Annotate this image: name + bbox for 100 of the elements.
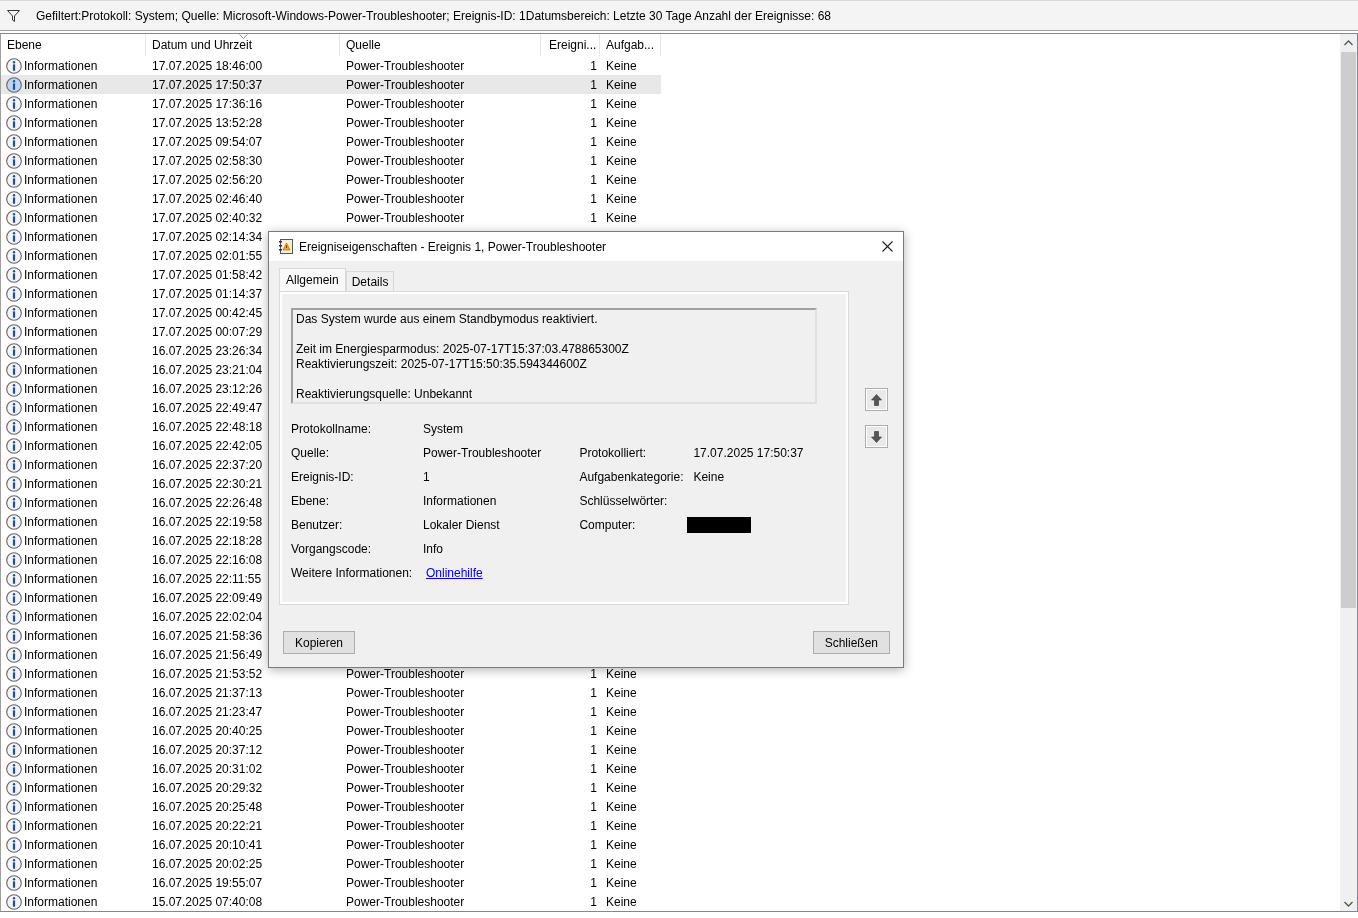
- table-cell: Informationen: [24, 457, 98, 472]
- table-cell: 17.07.2025 02:14:34: [152, 229, 263, 244]
- table-cell: Informationen: [24, 818, 98, 833]
- table-cell: Informationen: [24, 305, 98, 320]
- table-cell: 17.07.2025 01:14:37: [152, 286, 263, 301]
- table-cell: Keine: [606, 818, 637, 833]
- table-cell: Power-Troubleshooter: [346, 115, 465, 130]
- table-cell: Informationen: [24, 571, 98, 586]
- table-cell: 17.07.2025 09:54:07: [152, 134, 263, 149]
- field-label: Aufgabenkategorie:: [579, 470, 685, 484]
- table-cell: Power-Troubleshooter: [346, 704, 465, 719]
- table-cell: 16.07.2025 20:10:41: [152, 837, 263, 852]
- table-cell: Power-Troubleshooter: [346, 856, 465, 871]
- table-cell: Informationen: [24, 647, 98, 662]
- table-cell: Informationen: [24, 666, 98, 681]
- table-cell: Informationen: [24, 875, 98, 890]
- table-cell: 1: [590, 685, 597, 700]
- table-cell: Informationen: [24, 438, 98, 453]
- table-cell: 16.07.2025 20:22:21: [152, 818, 263, 833]
- field-value: Info: [423, 542, 443, 556]
- table-cell: Keine: [606, 837, 637, 852]
- table-cell: 1: [590, 837, 597, 852]
- field-label: Computer:: [579, 518, 637, 532]
- table-cell: Keine: [606, 723, 637, 738]
- table-cell: 17.07.2025 13:52:28: [152, 115, 263, 130]
- table-cell: Power-Troubleshooter: [346, 894, 465, 909]
- table-cell: Power-Troubleshooter: [346, 666, 465, 681]
- table-cell: Keine: [606, 856, 637, 871]
- table-cell: 16.07.2025 21:37:13: [152, 685, 263, 700]
- field-value: 17.07.2025 17:50:37: [693, 446, 804, 460]
- table-cell: Informationen: [24, 153, 98, 168]
- table-cell: 16.07.2025 21:58:36: [152, 628, 263, 643]
- table-cell: 1: [590, 818, 597, 833]
- field-label: Weitere Informationen:: [291, 566, 414, 580]
- table-cell: 1: [590, 856, 597, 871]
- table-cell: 17.07.2025 00:42:45: [152, 305, 263, 320]
- table-cell: Informationen: [24, 77, 98, 92]
- table-cell: Keine: [606, 58, 637, 73]
- table-cell: Keine: [606, 172, 637, 187]
- table-cell: Informationen: [24, 191, 98, 206]
- table-cell: Power-Troubleshooter: [346, 837, 465, 852]
- table-cell: 1: [590, 134, 597, 149]
- table-cell: Power-Troubleshooter: [346, 818, 465, 833]
- table-cell: Keine: [606, 761, 637, 776]
- table-cell: 16.07.2025 20:40:25: [152, 723, 263, 738]
- table-cell: 16.07.2025 20:31:02: [152, 761, 263, 776]
- table-cell: Informationen: [24, 134, 98, 149]
- table-cell: 17.07.2025 02:46:40: [152, 191, 263, 206]
- table-cell: Informationen: [24, 723, 98, 738]
- table-cell: Informationen: [24, 514, 98, 529]
- table-cell: 16.07.2025 22:42:05: [152, 438, 263, 453]
- field-value: Keine: [693, 470, 725, 484]
- table-cell: Power-Troubleshooter: [346, 77, 465, 92]
- table-cell: 1: [590, 210, 597, 225]
- table-cell: 16.07.2025 23:12:26: [152, 381, 263, 396]
- table-cell: 16.07.2025 23:26:34: [152, 343, 263, 358]
- table-cell: 17.07.2025 01:58:42: [152, 267, 263, 282]
- table-cell: 16.07.2025 22:37:20: [152, 457, 263, 472]
- table-cell: Informationen: [24, 780, 98, 795]
- table-cell: Informationen: [24, 742, 98, 757]
- table-cell: Informationen: [24, 761, 98, 776]
- table-cell: Informationen: [24, 533, 98, 548]
- table-cell: Informationen: [24, 495, 98, 510]
- table-cell: 16.07.2025 23:21:04: [152, 362, 263, 377]
- table-cell: 16.07.2025 22:26:48: [152, 495, 263, 510]
- table-cell: 16.07.2025 22:19:58: [152, 514, 263, 529]
- table-cell: Informationen: [24, 704, 98, 719]
- table-cell: 1: [590, 96, 597, 111]
- table-cell: 1: [590, 172, 597, 187]
- table-cell: Keine: [606, 666, 637, 681]
- table-cell: Power-Troubleshooter: [346, 780, 465, 795]
- table-cell: 16.07.2025 20:37:12: [152, 742, 263, 757]
- table-cell: Keine: [606, 875, 637, 890]
- table-cell: Power-Troubleshooter: [346, 875, 465, 890]
- table-cell: Informationen: [24, 343, 98, 358]
- table-cell: 16.07.2025 22:09:49: [152, 590, 263, 605]
- table-cell: Informationen: [24, 837, 98, 852]
- message-line: Reaktivierungsquelle: Unbekannt: [296, 387, 474, 402]
- table-cell: 16.07.2025 22:18:28: [152, 533, 263, 548]
- table-cell: 17.07.2025 17:50:37: [152, 77, 263, 92]
- table-cell: 1: [590, 58, 597, 73]
- table-cell: Informationen: [24, 381, 98, 396]
- table-cell: Keine: [606, 134, 637, 149]
- table-cell: 17.07.2025 02:56:20: [152, 172, 263, 187]
- table-cell: Keine: [606, 685, 637, 700]
- field-value: 1: [423, 470, 430, 484]
- table-cell: Informationen: [24, 628, 98, 643]
- table-cell: 16.07.2025 22:49:47: [152, 400, 263, 415]
- table-cell: Keine: [606, 96, 637, 111]
- table-cell: Power-Troubleshooter: [346, 172, 465, 187]
- table-cell: Keine: [606, 210, 637, 225]
- table-cell: 1: [590, 723, 597, 738]
- table-cell: 17.07.2025 17:36:16: [152, 96, 263, 111]
- table-cell: Power-Troubleshooter: [346, 685, 465, 700]
- table-cell: Keine: [606, 894, 637, 909]
- table-cell: Informationen: [24, 685, 98, 700]
- table-cell: Keine: [606, 704, 637, 719]
- table-cell: 16.07.2025 21:56:49: [152, 647, 263, 662]
- table-cell: 1: [590, 153, 597, 168]
- field-value: Lokaler Dienst: [423, 518, 500, 532]
